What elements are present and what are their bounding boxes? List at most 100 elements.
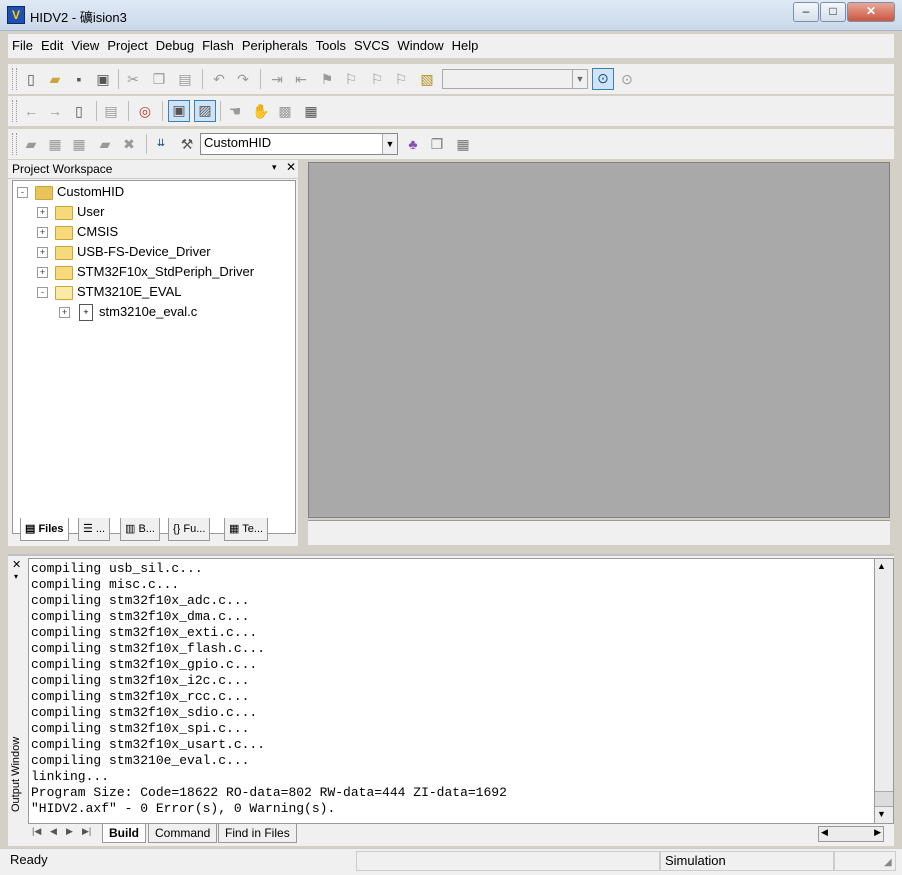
scroll-up-icon[interactable]: ▲ (877, 561, 886, 571)
menu-file[interactable]: File (8, 34, 37, 58)
next-bookmark-icon[interactable]: ⚐ (368, 70, 386, 88)
tab-find-in-files[interactable]: Find in Files (218, 824, 297, 843)
toolbar-grip[interactable] (12, 68, 17, 90)
chevron-down-icon[interactable]: ▼ (382, 134, 397, 154)
tree-item-cmsis[interactable]: + CMSIS (17, 222, 287, 242)
editor-area[interactable] (308, 162, 890, 518)
menu-flash[interactable]: Flash (198, 34, 238, 58)
save-icon[interactable]: ▪ (70, 70, 88, 88)
tab-functions[interactable]: {} Fu... (168, 518, 211, 541)
hand-icon[interactable]: ☚ (226, 102, 244, 120)
minimize-button[interactable]: – (793, 2, 819, 22)
close-icon[interactable]: ✕ (12, 558, 21, 571)
menu-window[interactable]: Window (393, 34, 447, 58)
expand-icon[interactable]: + (37, 267, 48, 278)
collapse-icon[interactable]: - (37, 287, 48, 298)
menu-svcs[interactable]: SVCS (350, 34, 393, 58)
output-vertical-scrollbar[interactable]: ▲ ▼ (874, 558, 894, 824)
find-in-files-icon[interactable]: ▧ (418, 70, 436, 88)
chevron-down-icon[interactable]: ▼ (572, 70, 587, 88)
cut-icon[interactable]: ✂ (124, 70, 142, 88)
redo-icon[interactable]: ↷ (234, 70, 252, 88)
output-window-icon[interactable]: ▨ (194, 100, 216, 122)
scroll-left-icon[interactable]: ◀ (821, 827, 828, 838)
previous-bookmark-icon[interactable]: ⚐ (342, 70, 360, 88)
build-output-text[interactable]: compiling usb_sil.c... compiling misc.c.… (28, 558, 876, 824)
menu-debug[interactable]: Debug (152, 34, 198, 58)
tab-command[interactable]: Command (148, 824, 218, 843)
back-icon[interactable]: ← (22, 102, 40, 120)
tab-files[interactable]: ▤ Files (20, 518, 69, 541)
menu-view[interactable]: View (67, 34, 103, 58)
download-icon[interactable]: ⇊ (152, 135, 170, 153)
scroll-right-icon[interactable]: ▶ (874, 827, 881, 838)
stop-build-icon[interactable]: ✖ (120, 135, 138, 153)
save-all-icon[interactable]: ▣ (94, 70, 112, 88)
tree-item-stdperiph-driver[interactable]: + STM32F10x_StdPeriph_Driver (17, 262, 287, 282)
tree-item-customhid[interactable]: - CustomHID (17, 182, 287, 202)
translate-icon[interactable]: ▰ (22, 135, 40, 153)
expand-icon[interactable]: + (59, 307, 70, 318)
menu-help[interactable]: Help (448, 34, 483, 58)
unindent-icon[interactable]: ⇤ (292, 70, 310, 88)
tree-item-usb-fs-device-driver[interactable]: + USB-FS-Device_Driver (17, 242, 287, 262)
expand-icon[interactable]: + (37, 247, 48, 258)
chevron-down-icon[interactable]: ▾ (14, 572, 18, 581)
print-icon[interactable]: ▤ (102, 102, 120, 120)
next-tab-icon[interactable]: ▶ (66, 826, 73, 837)
indent-icon[interactable]: ⇥ (268, 70, 286, 88)
resize-grip-icon[interactable]: ◢ (884, 857, 892, 868)
paste-icon[interactable]: ▤ (176, 70, 194, 88)
target-select[interactable]: CustomHID ▼ (200, 133, 398, 155)
tab-registers[interactable]: ☰ ... (78, 518, 111, 541)
toolbar-grip[interactable] (12, 133, 17, 155)
scroll-thumb[interactable] (875, 791, 893, 807)
find-icon[interactable]: ⊙ (592, 68, 614, 90)
incremental-find-icon[interactable]: ⊙ (618, 70, 636, 88)
workspace-window-icon[interactable]: ▣ (168, 100, 190, 122)
new-file-icon[interactable]: ▯ (22, 70, 40, 88)
close-icon[interactable]: ✕ (286, 160, 296, 174)
target-options-icon[interactable]: ⚒ (178, 135, 196, 153)
maximize-button[interactable]: □ (820, 2, 846, 22)
tab-build[interactable]: Build (102, 824, 146, 843)
menu-edit[interactable]: Edit (37, 34, 67, 58)
tree-item-user[interactable]: + User (17, 202, 287, 222)
find-combo[interactable]: ▼ (442, 69, 588, 89)
open-file-icon[interactable]: ▰ (46, 70, 64, 88)
collapse-icon[interactable]: - (17, 187, 28, 198)
expand-icon[interactable]: + (37, 227, 48, 238)
tab-templates[interactable]: ▦ Te... (224, 518, 269, 541)
menu-project[interactable]: Project (103, 34, 151, 58)
disable-breakpoints-icon[interactable]: ▦ (302, 102, 320, 120)
components-icon[interactable]: ♣ (404, 135, 422, 153)
forward-icon[interactable]: → (46, 102, 64, 120)
debug-session-icon[interactable]: ◎ (136, 102, 154, 120)
menu-peripherals[interactable]: Peripherals (238, 34, 312, 58)
toggle-bookmark-icon[interactable]: ⚑ (318, 70, 336, 88)
clear-bookmarks-icon[interactable]: ⚐ (392, 70, 410, 88)
expand-icon[interactable]: + (37, 207, 48, 218)
chevron-down-icon[interactable]: ▾ (272, 162, 277, 173)
tree-item-stm3210e-eval-c[interactable]: + + stm3210e_eval.c (17, 302, 287, 322)
first-tab-icon[interactable]: |◀ (32, 826, 41, 837)
tab-books[interactable]: ▥ B... (120, 518, 160, 541)
goto-icon[interactable]: ▯ (70, 102, 88, 120)
kill-breakpoints-icon[interactable]: ✋ (252, 102, 270, 120)
manage-multi-project-icon[interactable]: ▦ (454, 135, 472, 153)
batch-build-icon[interactable]: ▰ (96, 135, 114, 153)
previous-tab-icon[interactable]: ◀ (50, 826, 57, 837)
file-extensions-icon[interactable]: ❐ (428, 135, 446, 153)
copy-icon[interactable]: ❐ (150, 70, 168, 88)
scroll-down-icon[interactable]: ▼ (877, 809, 886, 819)
last-tab-icon[interactable]: ▶| (82, 826, 91, 837)
breakpoint-icon[interactable]: ▩ (276, 102, 294, 120)
tree-item-stm3210e-eval[interactable]: - STM3210E_EVAL (17, 282, 287, 302)
toolbar-grip[interactable] (12, 100, 17, 122)
rebuild-all-icon[interactable]: ▦ (70, 135, 88, 153)
output-horizontal-scrollbar[interactable]: ◀ ▶ (818, 826, 884, 842)
menu-tools[interactable]: Tools (312, 34, 350, 58)
undo-icon[interactable]: ↶ (210, 70, 228, 88)
build-target-icon[interactable]: ▦ (46, 135, 64, 153)
close-button[interactable]: ✕ (847, 2, 895, 22)
